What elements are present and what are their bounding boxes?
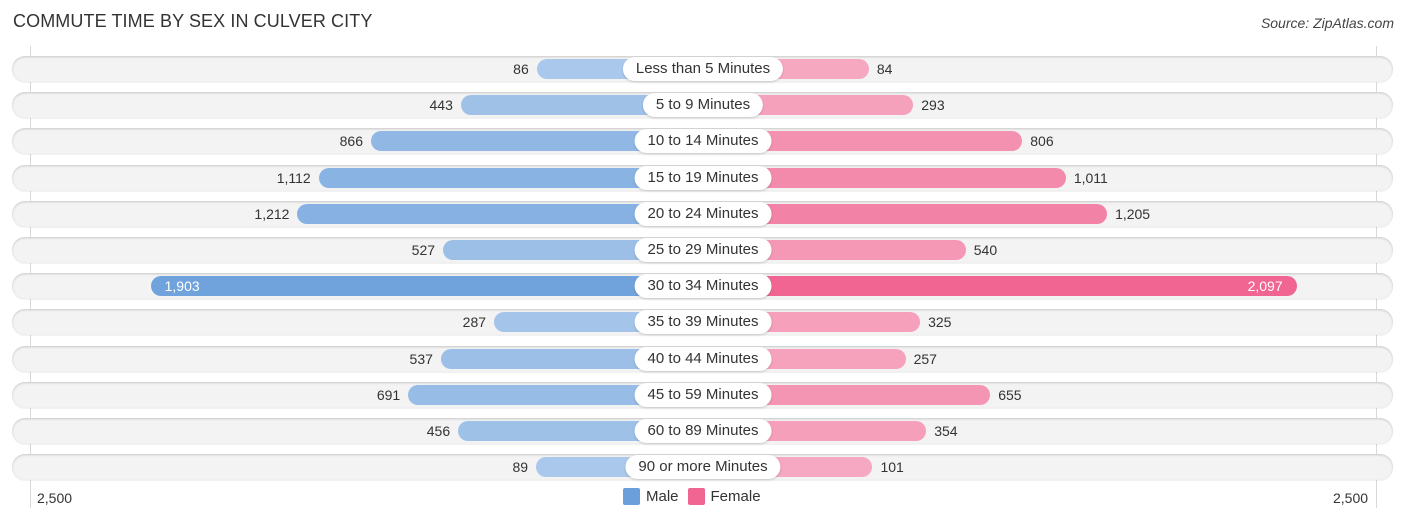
value-label-female: 325 — [928, 314, 952, 331]
chart-title: COMMUTE TIME BY SEX IN CULVER CITY — [13, 11, 373, 31]
value-label-female: 84 — [876, 61, 893, 77]
value-label-female: 655 — [998, 386, 1022, 403]
value-label-male: 1,112 — [276, 169, 311, 186]
value-label-male: 1,903 — [164, 278, 200, 295]
category-label: 30 to 34 Minutes — [634, 274, 772, 299]
bar-male[interactable] — [150, 276, 703, 297]
value-label-male: 456 — [426, 423, 451, 439]
value-label-female: 101 — [880, 459, 904, 476]
value-label-female: 1,205 — [1115, 205, 1151, 222]
value-label-male: 443 — [429, 97, 453, 114]
category-label: 45 to 59 Minutes — [634, 382, 772, 407]
category-label: Less than 5 Minutes — [622, 57, 784, 81]
legend-swatch-female — [687, 488, 705, 505]
category-label: 60 to 89 Minutes — [634, 419, 772, 443]
legend-item-female: Female — [687, 488, 761, 505]
value-label-male: 1,212 — [254, 205, 290, 222]
category-label: 5 to 9 Minutes — [642, 93, 764, 118]
value-label-male: 866 — [339, 133, 363, 150]
value-label-female: 257 — [913, 350, 937, 367]
category-label: 20 to 24 Minutes — [634, 201, 772, 226]
axis-tick-right: 2,500 — [1333, 490, 1369, 506]
legend-item-male: Male — [623, 488, 679, 505]
category-label: 40 to 44 Minutes — [634, 346, 772, 371]
legend-swatch-male — [623, 488, 640, 505]
value-label-female: 2,097 — [1247, 278, 1283, 295]
value-label-female: 540 — [973, 242, 998, 258]
axis-tick-left: 2,500 — [37, 490, 73, 506]
legend: Male Female — [623, 488, 770, 505]
category-label: 35 to 39 Minutes — [634, 310, 772, 335]
value-label-male: 537 — [409, 350, 433, 367]
bar-female[interactable] — [703, 276, 1297, 297]
value-label-male: 691 — [376, 386, 401, 403]
value-label-male: 287 — [462, 314, 487, 331]
value-label-female: 1,011 — [1073, 169, 1108, 186]
value-label-male: 86 — [513, 61, 529, 77]
source-credit: Source: ZipAtlas.com — [1260, 15, 1394, 31]
value-label-male: 89 — [512, 459, 529, 476]
category-label: 15 to 19 Minutes — [634, 165, 772, 190]
value-label-female: 806 — [1030, 133, 1054, 150]
value-label-male: 527 — [411, 242, 436, 258]
value-label-female: 354 — [934, 423, 958, 439]
legend-label-female: Female — [710, 488, 761, 505]
category-label: 90 or more Minutes — [625, 455, 781, 480]
legend-label-male: Male — [646, 488, 679, 505]
category-label: 25 to 29 Minutes — [634, 238, 772, 262]
value-label-female: 293 — [921, 97, 945, 114]
category-label: 10 to 14 Minutes — [634, 129, 772, 154]
